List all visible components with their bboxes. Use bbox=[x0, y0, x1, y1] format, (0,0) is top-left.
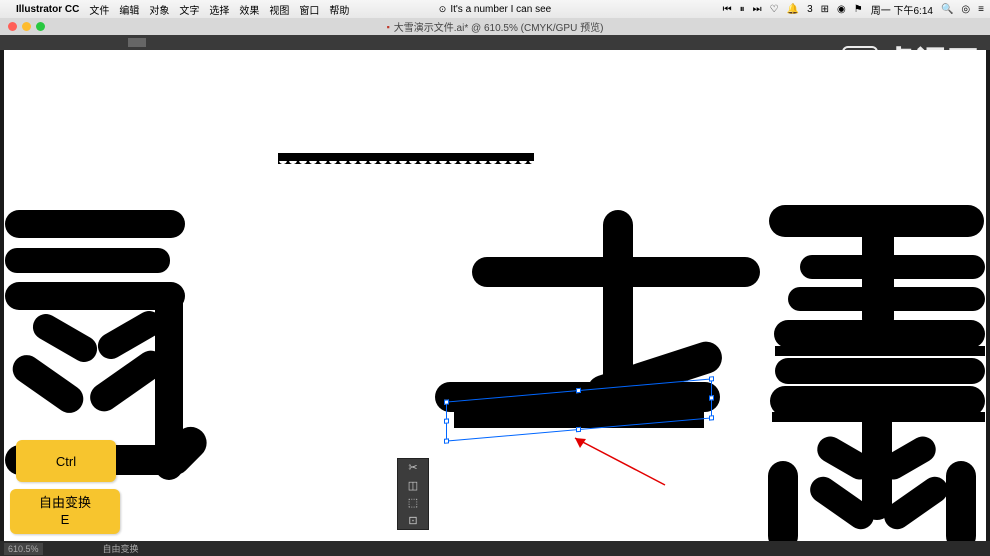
menu-file[interactable]: 文件 bbox=[89, 2, 109, 17]
battery-count: 3 bbox=[807, 4, 813, 15]
maximize-button[interactable] bbox=[36, 22, 45, 31]
menu-type[interactable]: 文字 bbox=[179, 2, 199, 17]
constrain-tool-icon[interactable]: ⊡ bbox=[398, 512, 428, 530]
key-label: Ctrl bbox=[56, 454, 76, 469]
canvas[interactable]: ✥ ✂ ◫ ⬚ ⊡ bbox=[0, 50, 990, 555]
traffic-lights bbox=[8, 22, 45, 31]
menu-view[interactable]: 视图 bbox=[269, 2, 289, 17]
artwork-stroke[interactable] bbox=[28, 309, 102, 367]
transform-handle[interactable] bbox=[709, 415, 714, 420]
artwork-stroke[interactable] bbox=[774, 320, 985, 348]
music-icon: ⊙ bbox=[439, 4, 447, 15]
close-button[interactable] bbox=[8, 22, 17, 31]
transform-handle[interactable] bbox=[444, 438, 449, 443]
wifi-icon[interactable]: ◉ bbox=[837, 4, 846, 15]
mac-menubar: Illustrator CC 文件 编辑 对象 文字 选择 效果 视图 窗口 帮… bbox=[0, 0, 990, 18]
control-bar-swatch[interactable] bbox=[128, 38, 146, 47]
document-titlebar: ▪ 大雪演示文件.ai* @ 610.5% (CMYK/GPU 预览) bbox=[0, 18, 990, 35]
menu-edit[interactable]: 编辑 bbox=[119, 2, 139, 17]
menu-effect[interactable]: 效果 bbox=[239, 2, 259, 17]
control-icon[interactable]: ⊞ bbox=[821, 4, 829, 15]
menu-help[interactable]: 帮助 bbox=[329, 2, 349, 17]
app-name[interactable]: Illustrator CC bbox=[16, 4, 79, 15]
transform-handle[interactable] bbox=[709, 395, 714, 400]
media-prev-icon[interactable]: ⏮ bbox=[723, 4, 732, 15]
artwork-stroke[interactable] bbox=[946, 461, 976, 551]
key-label: 自由变换 bbox=[39, 495, 91, 512]
key-hint-free-transform: 自由变换 E bbox=[10, 489, 120, 534]
artwork-wavy-edge[interactable] bbox=[775, 346, 985, 356]
letterbox bbox=[986, 50, 990, 555]
media-pause-icon[interactable]: ⏸ bbox=[740, 4, 745, 15]
artwork-stroke[interactable] bbox=[472, 257, 760, 287]
document-title-text: 大雪演示文件.ai* @ 610.5% (CMYK/GPU 预览) bbox=[394, 19, 604, 34]
heart-icon[interactable]: ♡ bbox=[770, 4, 779, 15]
bluetooth-icon[interactable]: ⚑ bbox=[854, 4, 863, 15]
menu-window[interactable]: 窗口 bbox=[299, 2, 319, 17]
ai-file-icon: ▪ bbox=[387, 22, 390, 32]
transform-handle[interactable] bbox=[444, 399, 449, 404]
menu-icon[interactable]: ≡ bbox=[978, 4, 984, 15]
control-bar bbox=[0, 35, 990, 50]
artwork-stroke[interactable] bbox=[788, 287, 985, 311]
zoom-level[interactable]: 610.5% bbox=[4, 543, 43, 555]
artwork-stroke[interactable] bbox=[278, 153, 534, 161]
menubar-left: Illustrator CC 文件 编辑 对象 文字 选择 效果 视图 窗口 帮… bbox=[6, 2, 349, 17]
artboard[interactable]: ✥ bbox=[0, 50, 990, 555]
status-bar: 610.5% 自由变换 bbox=[0, 541, 990, 556]
bell-icon[interactable]: 🔔 bbox=[787, 4, 799, 15]
artwork-wavy-edge[interactable] bbox=[278, 160, 534, 168]
free-transform-panel[interactable]: ✂ ◫ ⬚ ⊡ bbox=[397, 458, 429, 530]
transform-handle[interactable] bbox=[444, 418, 449, 423]
document-title: ▪ 大雪演示文件.ai* @ 610.5% (CMYK/GPU 预览) bbox=[387, 19, 604, 34]
artwork-stroke[interactable] bbox=[800, 255, 985, 279]
spotlight-icon[interactable]: 🔍 bbox=[941, 4, 953, 15]
menu-object[interactable]: 对象 bbox=[149, 2, 169, 17]
menubar-right: ⏮ ⏸ ⏭ ♡ 🔔 3 ⊞ ◉ ⚑ 周一 下午6:14 🔍 ◎ ≡ bbox=[723, 2, 984, 17]
clock: 周一 下午6:14 bbox=[871, 2, 933, 17]
free-transform-tool-icon[interactable]: ✂ bbox=[398, 459, 428, 477]
now-playing-title: It's a number I can see bbox=[450, 4, 551, 15]
letterbox bbox=[0, 50, 4, 555]
minimize-button[interactable] bbox=[22, 22, 31, 31]
now-playing[interactable]: ⊙ It's a number I can see bbox=[439, 4, 551, 15]
artwork-stroke[interactable] bbox=[5, 210, 185, 238]
perspective-distort-tool-icon[interactable]: ◫ bbox=[398, 477, 428, 495]
artwork-stroke[interactable] bbox=[775, 358, 985, 384]
transform-handle[interactable] bbox=[709, 376, 714, 381]
key-hint-ctrl: Ctrl bbox=[16, 440, 116, 482]
artwork-stroke[interactable] bbox=[768, 461, 798, 551]
siri-icon[interactable]: ◎ bbox=[961, 4, 970, 15]
transform-handle[interactable] bbox=[576, 427, 581, 432]
key-shortcut: E bbox=[61, 512, 70, 529]
transform-handle[interactable] bbox=[576, 388, 581, 393]
media-next-icon[interactable]: ⏭ bbox=[753, 4, 762, 15]
menu-select[interactable]: 选择 bbox=[209, 2, 229, 17]
current-tool-label: 自由变换 bbox=[103, 542, 139, 555]
free-distort-tool-icon[interactable]: ⬚ bbox=[398, 494, 428, 512]
artwork-stroke[interactable] bbox=[5, 248, 170, 273]
